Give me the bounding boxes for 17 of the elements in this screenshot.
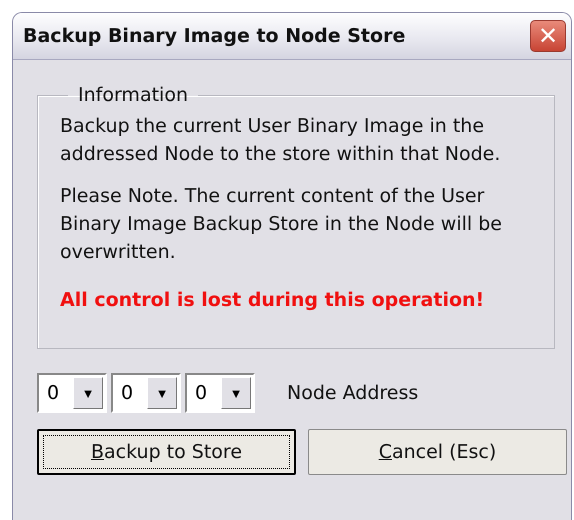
combo-value: 0 (194, 381, 208, 406)
group-legend: Information (68, 84, 198, 106)
dropdown-button[interactable]: ▼ (73, 377, 103, 409)
dropdown-button[interactable]: ▼ (147, 377, 177, 409)
cancel-button[interactable]: Cancel (Esc) (308, 429, 567, 475)
warning-text: All control is lost during this operation! (60, 288, 486, 313)
combo-value: 0 (120, 381, 134, 406)
node-address-combo[interactable]: 0 ▼ (37, 373, 107, 413)
node-address-label: Node Address (287, 382, 418, 404)
node-address-combo[interactable]: 0 ▼ (111, 373, 181, 413)
window-title: Backup Binary Image to Node Store (23, 25, 406, 47)
combo-value: 0 (46, 381, 60, 406)
info-text: Backup the current User Binary Image in the addressed Node to the store within that Node. (60, 114, 502, 167)
info-text: Please Note. The current content of the User Binary Image Backup Store in the Node will be overwritten. (60, 184, 503, 265)
node-address-combo[interactable]: 0 ▼ (185, 373, 255, 413)
dropdown-button[interactable]: ▼ (221, 377, 251, 409)
backup-button[interactable]: Backup to Store (37, 429, 296, 475)
